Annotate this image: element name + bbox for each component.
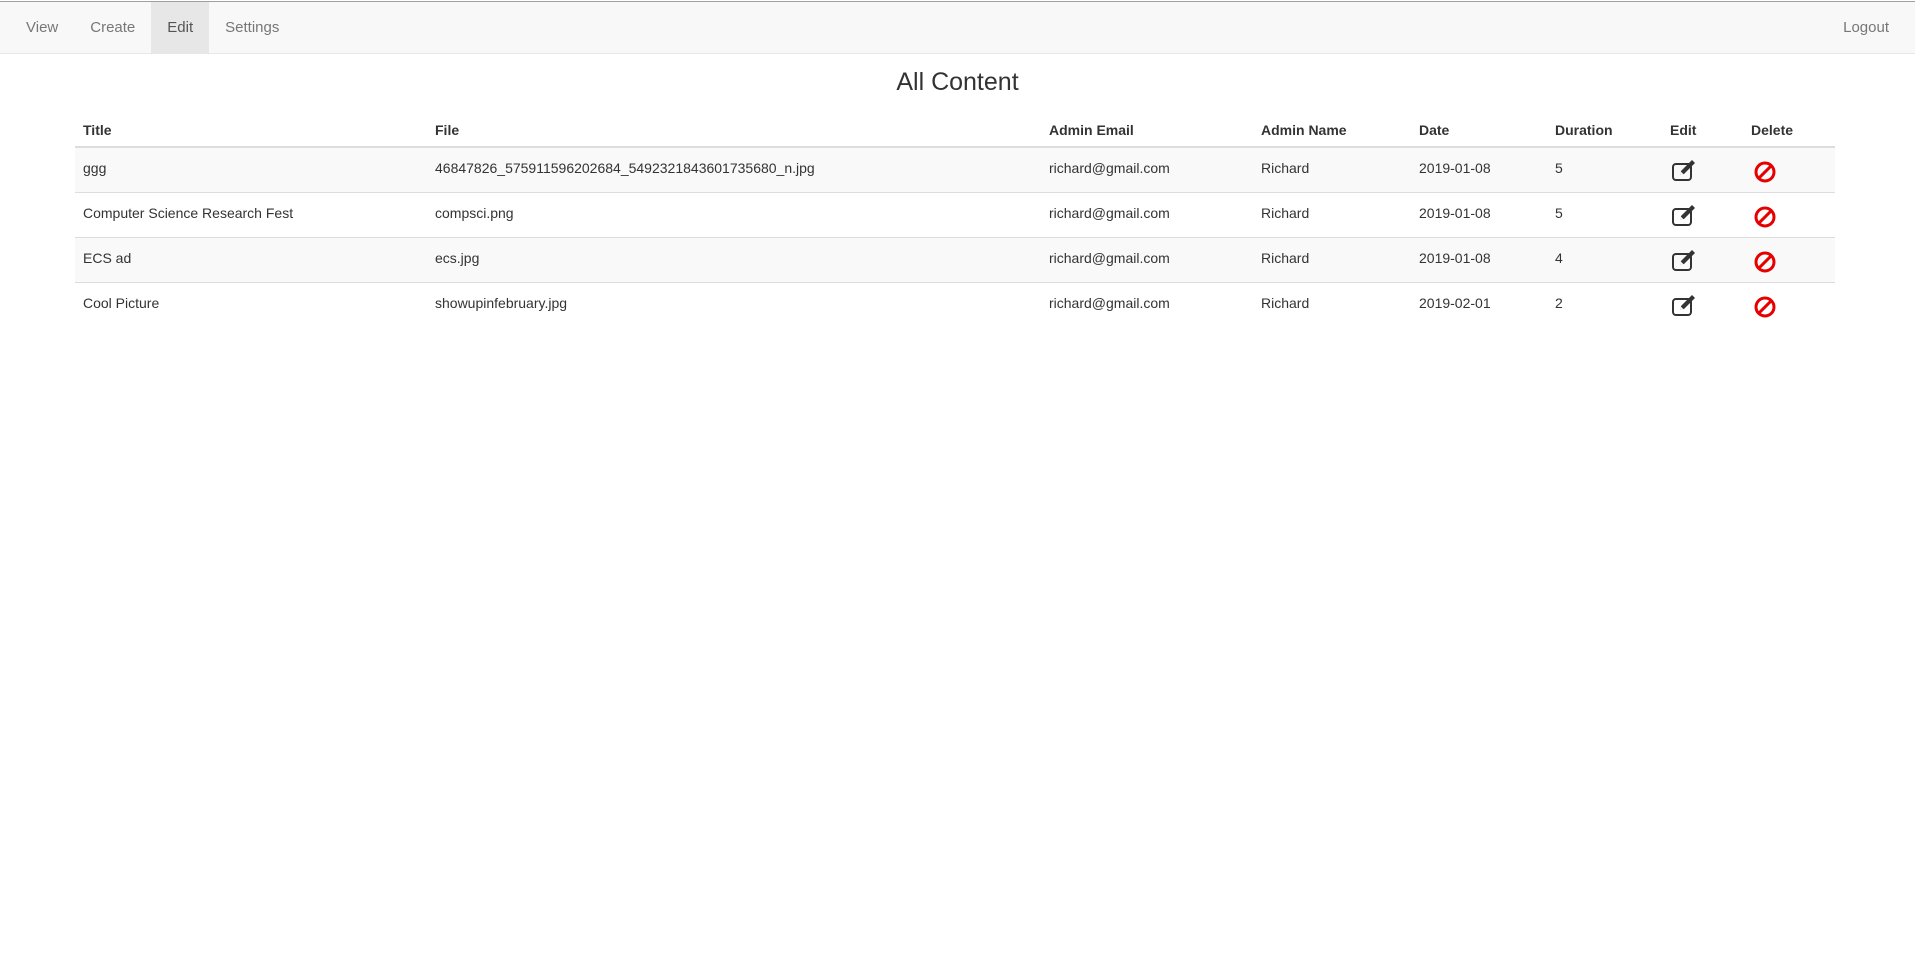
cell-duration: 5 (1555, 160, 1563, 176)
cell-admin-name: Richard (1261, 160, 1310, 176)
edit-icon[interactable] (1670, 293, 1698, 319)
cell-date: 2019-01-08 (1411, 236, 1547, 282)
cell-admin-email: richard@gmail.com (1041, 191, 1253, 237)
column-header-edit: Edit (1662, 114, 1743, 148)
cell-delete (1743, 147, 1835, 192)
nav-settings[interactable]: Settings (209, 2, 295, 54)
column-header-duration: Duration (1547, 114, 1662, 148)
cell-delete (1743, 281, 1835, 327)
content-table: Title File Admin Email Admin Name Date D… (75, 114, 1835, 327)
table-row: Cool Picture showupinfebruary.jpg richar… (75, 281, 1835, 327)
nav-edit[interactable]: Edit (151, 2, 210, 54)
cell-duration: 5 (1547, 191, 1662, 237)
cell-file: showupinfebruary.jpg (427, 281, 1041, 327)
cell-admin-name: Richard (1253, 281, 1411, 327)
edit-icon[interactable] (1670, 203, 1698, 229)
cell-title: ECS ad (75, 236, 427, 282)
page-title: All Content (896, 68, 1019, 96)
cell-delete (1743, 191, 1835, 237)
cell-file: ecs.jpg (427, 236, 1041, 282)
cell-date: 2019-01-08 (1411, 191, 1547, 237)
column-header-delete: Delete (1743, 114, 1835, 148)
column-header-admin-name: Admin Name (1253, 114, 1411, 148)
column-header-title: Title (75, 114, 427, 148)
table-row: Computer Science Research Fest compsci.p… (75, 191, 1835, 237)
cell-admin-email: richard@gmail.com (1041, 281, 1253, 327)
ban-icon[interactable] (1751, 293, 1779, 319)
edit-icon[interactable] (1670, 158, 1698, 184)
cell-delete (1743, 236, 1835, 282)
cell-duration: 2 (1547, 281, 1662, 327)
nav-right: Logout (1827, 2, 1905, 54)
cell-admin-email: richard@gmail.com (1041, 236, 1253, 282)
cell-duration: 4 (1547, 236, 1662, 282)
cell-admin-name: Richard (1253, 191, 1411, 237)
cell-edit (1662, 147, 1743, 192)
logout-link[interactable]: Logout (1827, 2, 1905, 54)
cell-admin-email: richard@gmail.com (1049, 160, 1170, 176)
cell-file: compsci.png (427, 191, 1041, 237)
cell-admin-name: Richard (1253, 236, 1411, 282)
content-table-wrapper: Title File Admin Email Admin Name Date D… (75, 114, 1835, 327)
ban-icon[interactable] (1751, 203, 1779, 229)
nav-create[interactable]: Create (74, 2, 151, 54)
edit-icon[interactable] (1670, 248, 1698, 274)
cell-date: 2019-01-08 (1419, 160, 1491, 176)
table-row: ECS ad ecs.jpg richard@gmail.com Richard… (75, 236, 1835, 282)
column-header-date: Date (1411, 114, 1547, 148)
table-row: ggg 46847826_575911596202684_54923218436… (75, 147, 1835, 192)
nav-view[interactable]: View (10, 2, 74, 54)
cell-edit (1662, 281, 1743, 327)
cell-title: Computer Science Research Fest (75, 191, 427, 237)
cell-title: Cool Picture (75, 281, 427, 327)
nav-left: View Create Edit Settings (10, 2, 295, 54)
table-header-row: Title File Admin Email Admin Name Date D… (75, 114, 1835, 148)
top-navbar: View Create Edit Settings Logout (0, 1, 1915, 54)
ban-icon[interactable] (1751, 248, 1779, 274)
cell-title: ggg (83, 160, 107, 176)
cell-file: 46847826_575911596202684_549232184360173… (435, 160, 815, 176)
cell-edit (1662, 236, 1743, 282)
column-header-admin-email: Admin Email (1041, 114, 1253, 148)
cell-date: 2019-02-01 (1411, 281, 1547, 327)
cell-edit (1662, 191, 1743, 237)
column-header-file: File (427, 114, 1041, 148)
ban-icon[interactable] (1751, 158, 1779, 184)
